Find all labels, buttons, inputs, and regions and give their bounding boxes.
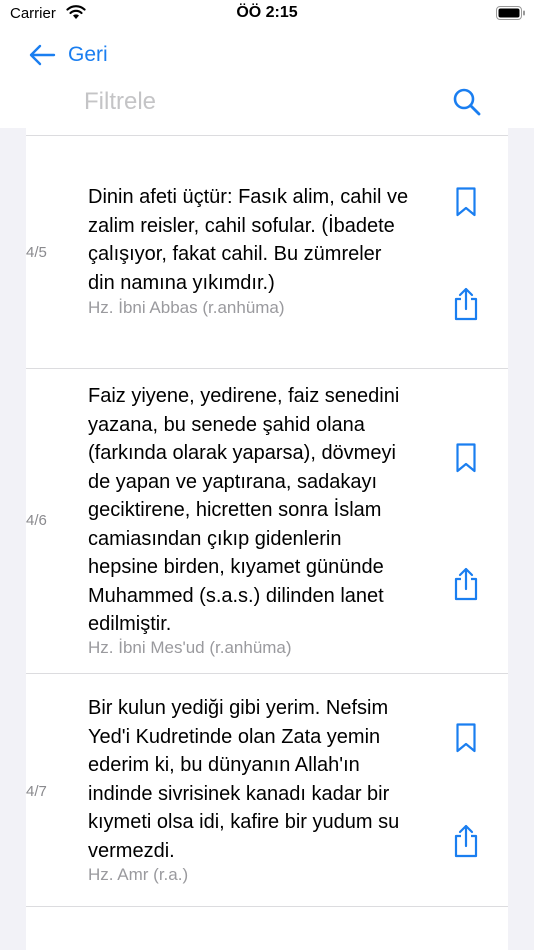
quote-text: Faiz yiyene, yedirene, faiz senedini yaz… — [88, 385, 400, 635]
separator — [26, 135, 508, 136]
quote-author: Hz. Amr (r.a.) — [88, 865, 189, 884]
bookmark-icon[interactable] — [455, 442, 477, 474]
filter-bar — [0, 78, 534, 130]
back-label: Geri — [68, 43, 108, 66]
quote-text: Dinin afeti üçtür: Fasık alim, cahil ve … — [88, 186, 409, 294]
clock: ÖÖ 2:15 — [236, 4, 298, 21]
back-button[interactable]: Geri — [28, 40, 108, 70]
separator — [26, 673, 508, 674]
share-icon[interactable] — [453, 824, 479, 858]
separator — [26, 906, 508, 907]
quote-index: 4/7 — [26, 783, 47, 800]
separator — [26, 368, 508, 369]
quote-author: Hz. İbni Abbas (r.anhüma) — [88, 298, 285, 317]
quote-author: Hz. İbni Mes'ud (r.anhüma) — [88, 638, 292, 657]
share-icon[interactable] — [453, 287, 479, 321]
quote-index: 4/6 — [26, 512, 47, 529]
quote-index: 4/5 — [26, 244, 47, 261]
back-arrow-icon — [29, 44, 56, 66]
status-bar: Carrier ÖÖ 2:15 — [0, 0, 534, 30]
search-icon[interactable] — [452, 86, 482, 118]
battery-icon — [496, 6, 525, 20]
bookmark-icon[interactable] — [455, 186, 477, 218]
share-icon[interactable] — [453, 567, 479, 601]
bookmark-icon[interactable] — [455, 722, 477, 754]
filter-input[interactable] — [84, 86, 414, 118]
quote-text: Bir kulun yediği gibi yerim. Nefsim Yed'… — [88, 697, 400, 862]
